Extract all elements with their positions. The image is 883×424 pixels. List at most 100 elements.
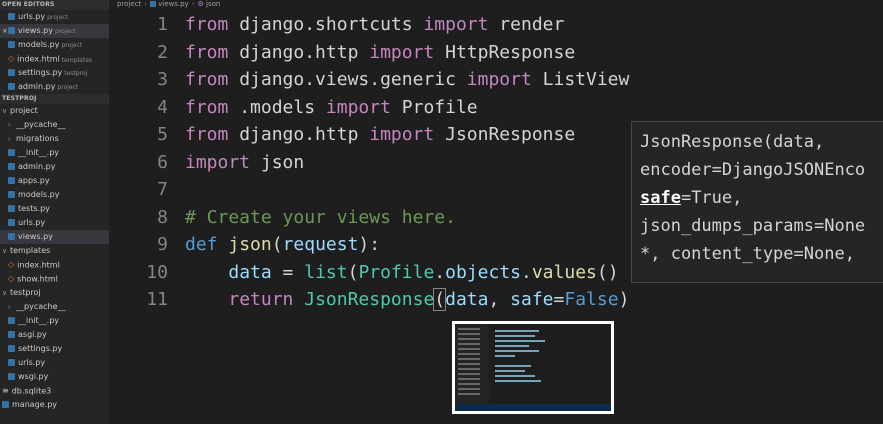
code-token: .	[434, 261, 446, 283]
python-file-icon	[8, 373, 15, 380]
tree-item[interactable]: asgi.py	[0, 328, 109, 342]
code-token: ()	[596, 261, 619, 283]
tree-item[interactable]: › migrations	[0, 132, 109, 146]
breadcrumb-item[interactable]: project	[117, 0, 141, 8]
tree-item[interactable]: admin.py	[0, 160, 109, 174]
code-line[interactable]: 10 data = list(Profile.objects.values()	[109, 259, 619, 286]
code-line[interactable]: 2 from django.http import HttpResponse	[109, 39, 575, 66]
chevron-right-icon[interactable]: ›	[8, 300, 16, 314]
open-editor-folder: project	[61, 42, 83, 49]
chevron-right-icon[interactable]: ›	[8, 118, 16, 132]
code-token: data	[445, 289, 489, 310]
python-file-icon	[8, 219, 15, 226]
tree-item[interactable]: views.py	[0, 230, 109, 244]
tree-item-label: models.py	[18, 190, 60, 199]
line-number: 8	[157, 206, 168, 228]
code-line[interactable]: 3 from django.views.generic import ListVi…	[109, 66, 629, 93]
tree-item[interactable]: ∨ project	[0, 104, 109, 118]
code-line[interactable]: 8 # Create your views here.	[109, 204, 456, 231]
tree-item[interactable]: ◇ index.html	[0, 258, 109, 272]
code-token: ):	[358, 234, 381, 255]
chevron-right-icon[interactable]: ›	[8, 132, 16, 146]
tree-item[interactable]: ∨ testproj	[0, 286, 109, 300]
code-token: HttpResponse	[434, 41, 576, 63]
code-token: from	[185, 124, 229, 145]
open-editor-item[interactable]: settings.py testproj	[0, 66, 109, 80]
code-token: def	[185, 234, 218, 255]
open-editor-folder: project	[54, 28, 76, 35]
open-editors-header[interactable]: OPEN EDITORS	[0, 0, 109, 10]
tree-item-label: __pycache__	[16, 302, 66, 311]
open-editor-item[interactable]: urls.py project	[0, 10, 109, 24]
symbol-icon: ⚙	[197, 0, 207, 8]
tree-item[interactable]: ∨ templates	[0, 244, 109, 258]
code-line[interactable]: 5 from django.http import JsonResponse	[109, 121, 575, 148]
code-token: Profile	[358, 261, 435, 283]
code-line[interactable]: 1 from django.shortcuts import render	[109, 11, 564, 38]
tree-item-label: settings.py	[18, 344, 63, 353]
code-token: import	[423, 14, 489, 35]
tree-item[interactable]: apps.py	[0, 174, 109, 188]
code-line[interactable]: 6 import json	[109, 149, 304, 176]
open-editor-item[interactable]: models.py project	[0, 38, 109, 52]
code-token: from	[185, 14, 229, 35]
chevron-down-icon[interactable]: ∨	[2, 244, 10, 258]
thumbnail-sidebar-line	[458, 353, 480, 355]
breadcrumb-item[interactable]: views.py	[158, 0, 189, 8]
tree-item[interactable]: __init__.py	[0, 146, 109, 160]
tree-item[interactable]: › __pycache__	[0, 300, 109, 314]
code-token: import	[369, 124, 435, 145]
open-editor-item[interactable]: ◇ index.html templates	[0, 52, 109, 66]
code-line[interactable]: 11 return JsonResponse(data, safe=False)	[109, 286, 629, 313]
tree-item[interactable]: wsgi.py	[0, 370, 109, 384]
code-token: # Create your views here.	[185, 206, 456, 228]
python-file-icon	[8, 163, 15, 170]
open-editor-item[interactable]: × views.py project	[0, 24, 109, 38]
code-token: from	[185, 69, 229, 90]
code-token: Profile	[390, 96, 478, 118]
tree-item-label: urls.py	[18, 218, 46, 227]
tree-item[interactable]: ≡ db.sqlite3	[0, 384, 109, 398]
tree-item[interactable]: urls.py	[0, 356, 109, 370]
html-file-icon: ◇	[8, 54, 15, 63]
thumbnail-sidebar-line	[458, 328, 480, 330]
tree-item[interactable]: manage.py	[0, 398, 109, 412]
tree-item[interactable]: tests.py	[0, 202, 109, 216]
chevron-down-icon[interactable]: ∨	[2, 104, 10, 118]
tree-item[interactable]: settings.py	[0, 342, 109, 356]
thumbnail-code-line	[495, 350, 539, 352]
thumbnail-sidebar-line	[458, 333, 480, 335]
code-token: from	[185, 41, 229, 63]
thumbnail-sidebar-line	[458, 383, 480, 385]
code-token: django.http	[228, 41, 370, 63]
tooltip-line: *, content_type=None,	[640, 240, 883, 268]
python-file-icon	[8, 205, 15, 212]
project-header[interactable]: TESTPROJ	[0, 94, 109, 104]
tree-item[interactable]: ◇ show.html	[0, 272, 109, 286]
code-line[interactable]: 4 from .models import Profile	[109, 94, 478, 121]
code-line[interactable]: 7	[109, 176, 185, 203]
code-token: json	[250, 151, 305, 173]
chevron-down-icon[interactable]: ∨	[2, 286, 10, 300]
open-editor-folder: project	[57, 84, 79, 91]
python-file-icon	[8, 177, 15, 184]
open-editors-list: urls.py project × views.py project models.py p…	[0, 10, 109, 94]
code-token: .	[521, 261, 532, 283]
breadcrumb-item[interactable]: json	[206, 0, 220, 8]
tree-item[interactable]: urls.py	[0, 216, 109, 230]
tooltip-text: JsonResponse(data,	[640, 132, 825, 152]
code-line[interactable]: 9 def json(request):	[109, 231, 380, 258]
tree-item[interactable]: › __pycache__	[0, 118, 109, 132]
tree-item-label: project	[10, 106, 38, 115]
thumbnail-sidebar-line	[458, 348, 480, 350]
tree-item[interactable]: __init__.py	[0, 314, 109, 328]
tree-item[interactable]: models.py	[0, 188, 109, 202]
tree-item-label: asgi.py	[18, 330, 47, 339]
code-token: False	[564, 289, 619, 310]
tree-item-label: db.sqlite3	[11, 386, 52, 396]
thumbnail-sidebar-line	[458, 343, 480, 345]
code-token: import	[185, 151, 251, 173]
python-file-icon	[8, 13, 15, 20]
open-editor-item[interactable]: admin.py project	[0, 80, 109, 94]
open-editor-filename: admin.py	[18, 82, 56, 91]
